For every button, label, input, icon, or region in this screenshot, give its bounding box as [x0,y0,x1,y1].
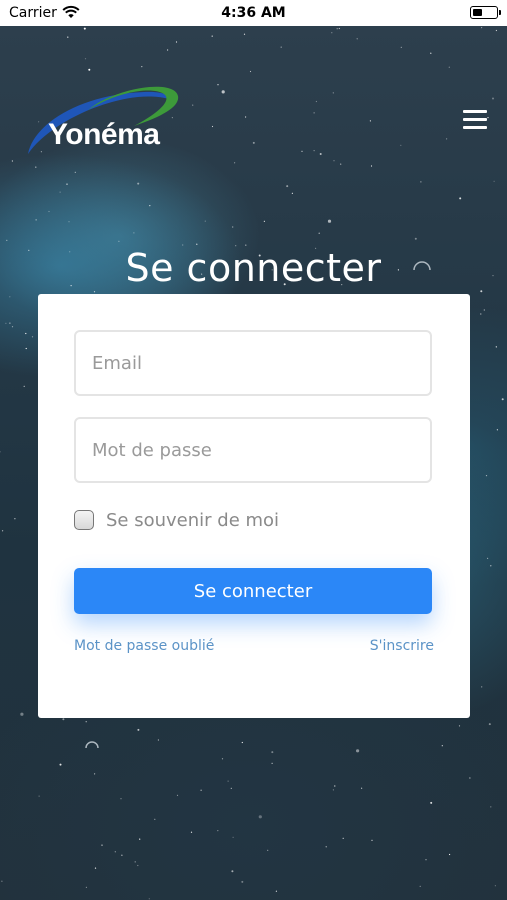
remember-me-label: Se souvenir de moi [106,510,280,531]
email-field-wrapper [74,330,432,396]
password-field-wrapper [74,417,432,483]
signup-link[interactable]: S'inscrire [370,638,434,654]
status-bar: Carrier 4:36 AM [0,0,507,26]
email-field[interactable] [76,332,430,394]
page-title: Se connecter [125,246,382,290]
clock-time: 4:36 AM [221,5,286,21]
logo-text: Yonéma [48,118,160,151]
remember-me-checkbox[interactable] [74,510,94,530]
login-card: Se souvenir de moi Se connecter Mot de p… [38,294,470,718]
hamburger-menu-icon[interactable] [460,110,490,134]
battery-icon [470,6,501,19]
forgot-password-link[interactable]: Mot de passe oublié [74,638,214,654]
password-field[interactable] [76,419,430,481]
battery-level [472,8,482,16]
login-button[interactable]: Se connecter [74,568,432,614]
yonema-logo[interactable]: Yonéma [24,82,180,158]
